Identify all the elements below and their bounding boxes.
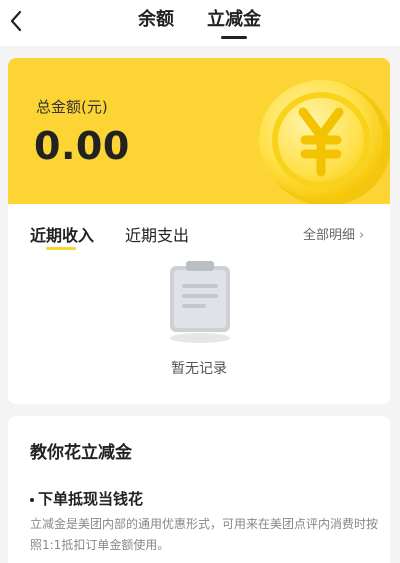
chevron-right-icon: › — [359, 228, 365, 243]
tab-balance[interactable]: 余额 — [138, 8, 174, 36]
tab-discount[interactable]: 立减金 — [207, 8, 261, 36]
bullet-icon — [30, 497, 34, 502]
back-button[interactable] — [4, 6, 30, 36]
records-tab-indicator — [46, 247, 76, 250]
total-amount-value: 0.00 — [34, 124, 130, 168]
money-card: 总金额(元) 0.00 近期收入 近期支出 全部明细 › 暂无记录 — [8, 58, 390, 404]
tips-card: 教你花立减金 下单抵现当钱花 立减金是美团内部的通用优惠形式，可用来在美团点评内… — [8, 416, 390, 563]
empty-state-text: 暂无记录 — [171, 361, 227, 377]
clipboard-icon — [170, 261, 230, 343]
tips-description: 立减金是美团内部的通用优惠形式，可用来在美团点评内消费时按照1:1抵扣订单金额使… — [30, 517, 379, 552]
tips-title: 教你花立减金 — [30, 443, 132, 463]
tab-recent-income[interactable]: 近期收入 — [30, 222, 94, 246]
all-details-link[interactable]: 全部明细 › — [303, 224, 364, 243]
tab-active-indicator — [221, 36, 247, 39]
chevron-left-icon — [10, 10, 22, 32]
tips-subtitle: 下单抵现当钱花 — [30, 488, 143, 509]
tips-subtitle-text: 下单抵现当钱花 — [38, 490, 144, 508]
top-nav-bar: 余额 立减金 — [0, 0, 400, 46]
tab-recent-expense[interactable]: 近期支出 — [125, 222, 189, 246]
total-amount-label: 总金额(元) — [36, 98, 108, 116]
all-details-label: 全部明细 — [303, 228, 356, 243]
yuan-coin-icon — [259, 80, 390, 204]
summary-banner: 总金额(元) 0.00 — [8, 58, 390, 204]
